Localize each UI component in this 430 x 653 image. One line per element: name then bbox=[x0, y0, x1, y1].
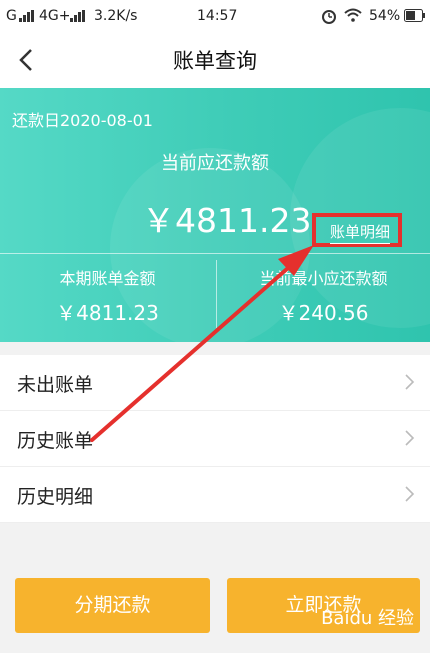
signal-bars-icon bbox=[19, 10, 34, 22]
network-speed: 3.2K/s bbox=[94, 8, 138, 24]
chevron-right-icon bbox=[405, 430, 415, 446]
current-due-label: 当前应还款额 bbox=[161, 153, 269, 174]
menu-item-label: 历史账单 bbox=[17, 430, 94, 452]
bill-summary-card: 还款日2020-08-01 当前应还款额 ￥4811.23 账单明细 本期账单金… bbox=[0, 88, 430, 342]
bill-menu: 未出账单 历史账单 历史明细 bbox=[0, 355, 430, 523]
menu-item-label: 未出账单 bbox=[17, 374, 94, 396]
status-bar: G 4G+ 3.2K/s 14:57 54% bbox=[0, 0, 430, 32]
battery-icon bbox=[404, 9, 425, 22]
chevron-right-icon bbox=[405, 374, 415, 390]
menu-item-unbilled[interactable]: 未出账单 bbox=[0, 355, 430, 411]
menu-item-history-bills[interactable]: 历史账单 bbox=[0, 411, 430, 467]
battery-percent: 54% bbox=[369, 8, 401, 24]
installment-button[interactable]: 分期还款 bbox=[15, 578, 210, 633]
clock-time: 14:57 bbox=[197, 8, 238, 24]
network-type: 4G+ bbox=[39, 8, 71, 24]
min-payment-value: ￥240.56 bbox=[278, 301, 369, 325]
signal-label: G bbox=[6, 8, 17, 24]
statement-amount-label: 本期账单金额 bbox=[59, 269, 156, 288]
menu-item-history-details[interactable]: 历史明细 bbox=[0, 467, 430, 523]
wifi-icon bbox=[344, 8, 362, 22]
navigation-bar: 账单查询 bbox=[0, 32, 430, 88]
divider bbox=[0, 253, 430, 254]
alarm-icon bbox=[322, 10, 336, 24]
current-due-amount: ￥4811.23 bbox=[142, 201, 312, 240]
watermark: Baidu 经验 bbox=[321, 608, 414, 629]
menu-item-label: 历史明细 bbox=[17, 486, 94, 508]
statement-amount-value: ￥4811.23 bbox=[56, 301, 159, 325]
due-date: 还款日2020-08-01 bbox=[12, 111, 153, 130]
signal-bars-icon bbox=[70, 10, 85, 22]
bill-detail-link[interactable]: 账单明细 bbox=[330, 221, 391, 244]
page-title: 账单查询 bbox=[173, 49, 257, 73]
min-payment-label: 当前最小应还款额 bbox=[259, 269, 388, 288]
chevron-right-icon bbox=[405, 486, 415, 502]
